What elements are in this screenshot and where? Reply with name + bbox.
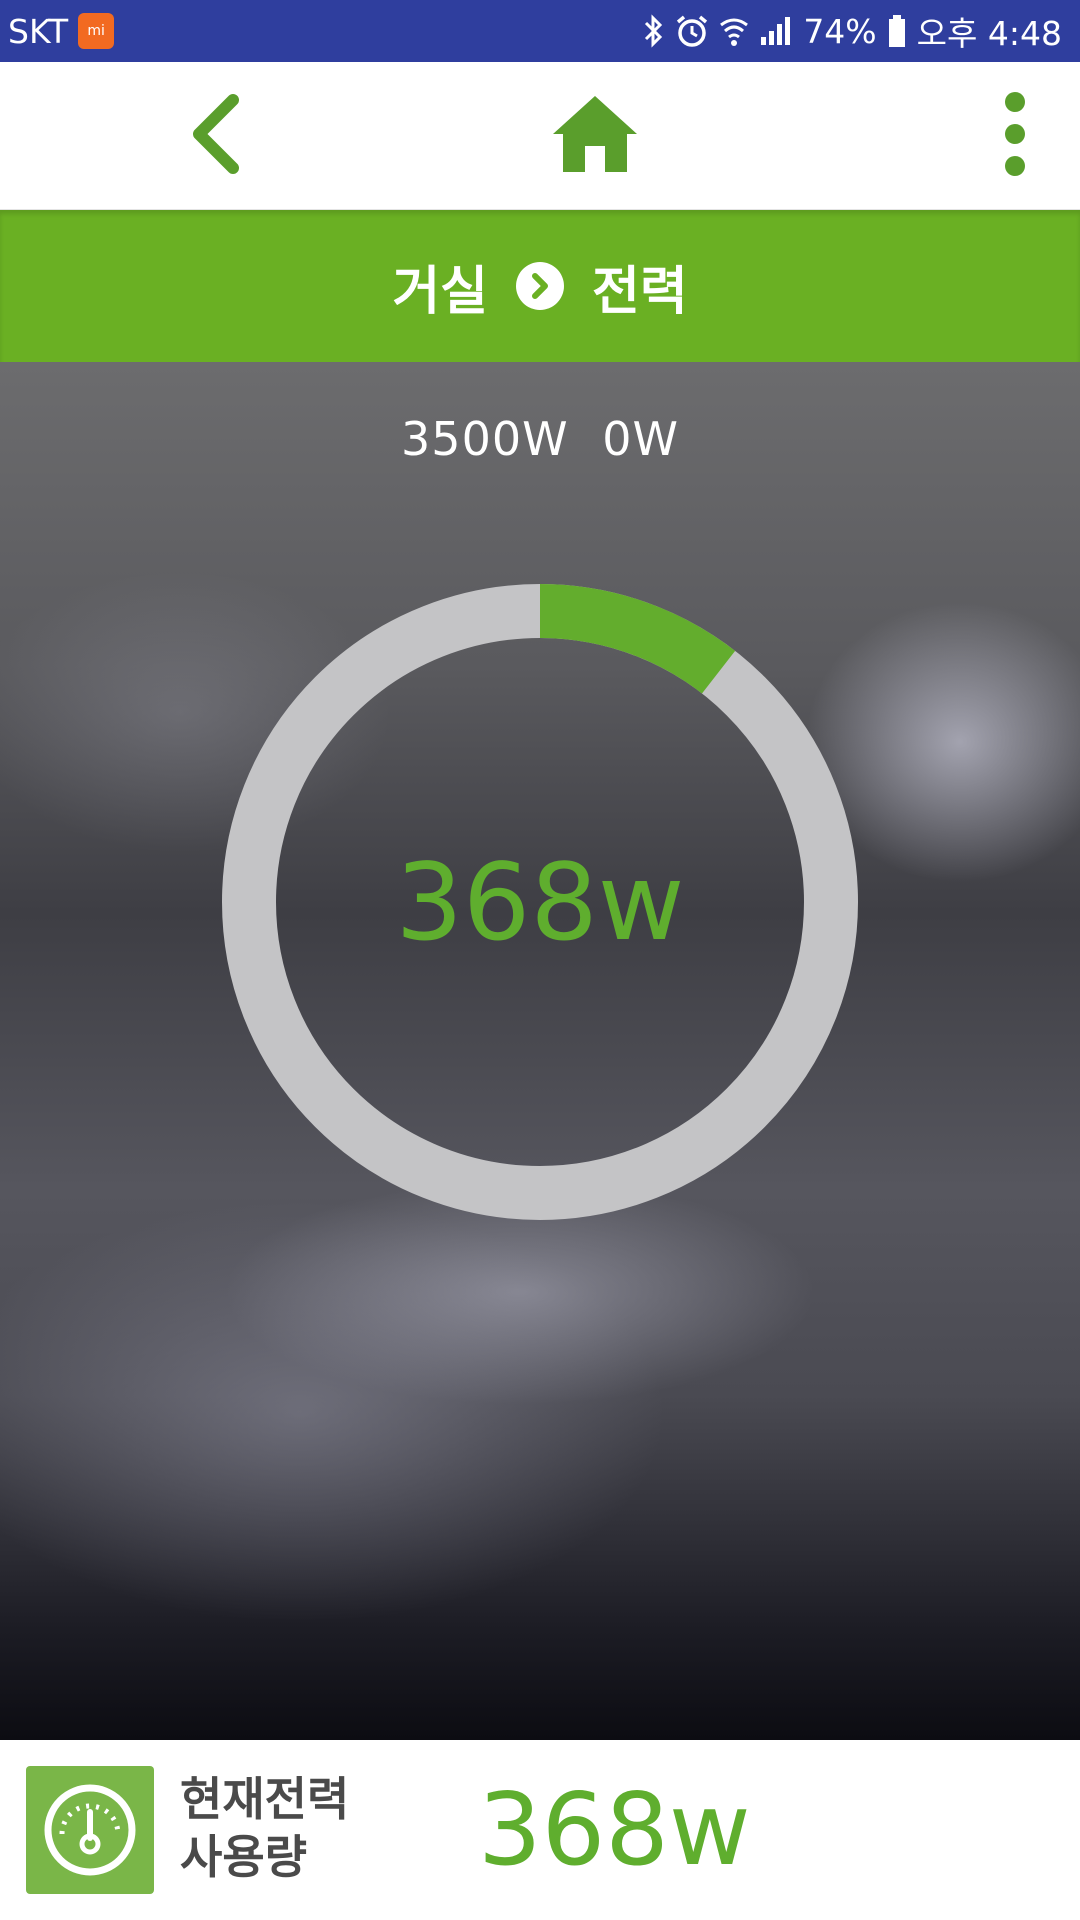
carrier-label: SKT [8,11,69,51]
breadcrumb: 거실 전력 [0,210,1080,362]
status-right: 74% 오후 4:48 [643,7,1062,55]
clock: 오후 4:48 [916,14,1062,53]
power-meter-icon [26,1766,154,1894]
current-usage-value: 368w [478,1771,751,1888]
more-options-button[interactable] [975,62,1055,210]
power-gauge-panel: 3500W 0W 368w [0,362,1080,1740]
carrier-app-icon: mi [78,13,115,49]
current-usage-label: 현재전력 사용량 [180,1772,350,1884]
gauge-value: 368w [395,840,685,964]
usage-summary: 현재전력 사용량 368w [0,1740,1080,1920]
wifi-icon [719,11,749,51]
bluetooth-icon [643,11,665,51]
alarm-icon [675,11,709,51]
back-chevron-icon [189,94,241,178]
breadcrumb-category: 전력 [592,261,688,322]
signal-icon [759,11,793,51]
top-toolbar [0,62,1080,210]
chevron-right-circle-icon [516,262,564,310]
status-left: SKT mi [8,11,115,51]
home-icon [551,94,639,178]
battery-percent: 74% [803,11,877,51]
gauge-range-label: 3500W 0W [401,412,679,466]
status-bar: SKT mi 74% 오후 4:48 [0,0,1080,62]
breadcrumb-room[interactable]: 거실 [392,249,488,324]
battery-icon [887,11,907,51]
back-button[interactable] [170,62,260,210]
more-vert-icon [1003,91,1027,181]
home-button[interactable] [545,62,645,210]
